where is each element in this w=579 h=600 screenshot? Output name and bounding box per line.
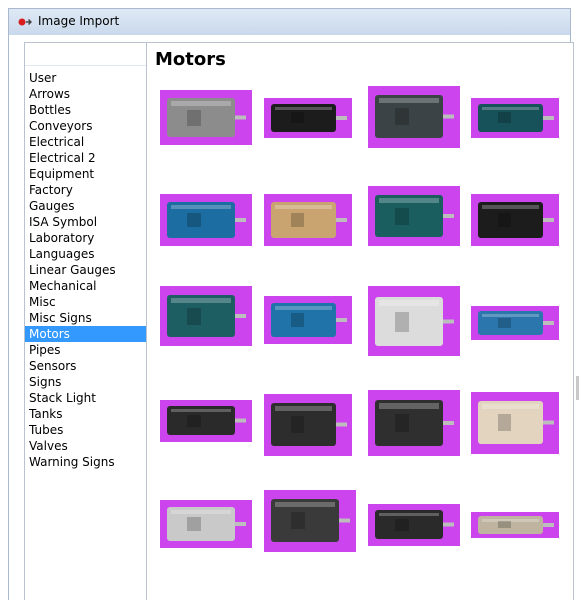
thumbnail-13[interactable]: [160, 400, 252, 442]
sidebar-item-arrows[interactable]: Arrows: [25, 86, 146, 102]
sidebar-item-stack-light[interactable]: Stack Light: [25, 390, 146, 406]
sidebar-item-electrical[interactable]: Electrical: [25, 134, 146, 150]
thumbnail-12[interactable]: [471, 306, 559, 340]
sidebar-item-pipes[interactable]: Pipes: [25, 342, 146, 358]
motor-black-small-icon: [271, 104, 347, 132]
window-title: Image Import: [38, 14, 120, 28]
sidebar-item-mechanical[interactable]: Mechanical: [25, 278, 146, 294]
servo-motor-black-3-icon: [375, 400, 454, 446]
category-list-header: [25, 43, 146, 66]
motor-blue-ribbed-icon: [271, 303, 347, 337]
motor-gray-large-icon: [167, 98, 246, 137]
sidebar-item-gauges[interactable]: Gauges: [25, 198, 146, 214]
sidebar-item-laboratory[interactable]: Laboratory: [25, 230, 146, 246]
sidebar-item-bottles[interactable]: Bottles: [25, 102, 146, 118]
motor-dark-teal-icon: [375, 195, 454, 237]
thumbnail-8[interactable]: [471, 194, 559, 246]
sidebar-item-equipment[interactable]: Equipment: [25, 166, 146, 182]
motor-teal-flat-icon: [478, 104, 554, 132]
sidebar-item-electrical-2[interactable]: Electrical 2: [25, 150, 146, 166]
thumbnail-10[interactable]: [264, 296, 352, 344]
thumbnail-6[interactable]: [264, 194, 352, 246]
thumbnail-4[interactable]: [471, 98, 559, 138]
motor-tan-icon: [271, 202, 347, 238]
sidebar-item-sensors[interactable]: Sensors: [25, 358, 146, 374]
sidebar-item-tubes[interactable]: Tubes: [25, 422, 146, 438]
thumbnail-9[interactable]: [160, 286, 252, 346]
sidebar-item-tanks[interactable]: Tanks: [25, 406, 146, 422]
motor-black-white-icon: [478, 202, 554, 238]
thumbnail-7[interactable]: [368, 186, 460, 246]
image-import-window: Image Import User Arrows Bottles Conveyors E…: [0, 0, 579, 600]
thumbnail-20[interactable]: [471, 512, 559, 538]
servo-motor-beige-icon: [478, 401, 554, 444]
servo-motor-black-icon: [167, 406, 246, 435]
category-list[interactable]: User Arrows Bottles Conveyors Electrical Elec…: [24, 42, 147, 600]
sidebar-item-misc-signs[interactable]: Misc Signs: [25, 310, 146, 326]
motor-blue-gear-icon: [478, 311, 554, 335]
thumbnail-3[interactable]: [368, 86, 460, 148]
sidebar-item-factory[interactable]: Factory: [25, 182, 146, 198]
category-title: Motors: [155, 49, 226, 70]
thumbnail-18[interactable]: [264, 490, 356, 552]
motor-silver-icon: [167, 507, 246, 541]
servo-motor-black-2-icon: [271, 403, 347, 446]
sidebar-item-valves[interactable]: Valves: [25, 438, 146, 454]
thumbnail-17[interactable]: [160, 500, 252, 548]
thumbnail-1[interactable]: [160, 90, 252, 145]
motor-blue-icon: [167, 202, 246, 238]
motor-dark-gray-icon: [375, 95, 454, 138]
sidebar-item-warning-signs[interactable]: Warning Signs: [25, 454, 146, 470]
gear-motor-black-icon: [375, 510, 454, 539]
thumbnail-11[interactable]: [368, 286, 460, 356]
sidebar-item-signs[interactable]: Signs: [25, 374, 146, 390]
thumbnail-16[interactable]: [471, 392, 559, 454]
title-bar[interactable]: Image Import: [8, 8, 571, 35]
app-logo-icon: [18, 18, 32, 26]
motor-white-icon: [375, 297, 454, 346]
thumbnail-14[interactable]: [264, 394, 352, 456]
thumbnail-2[interactable]: [264, 98, 352, 138]
sidebar-item-linear-gauges[interactable]: Linear Gauges: [25, 262, 146, 278]
sidebar-item-motors[interactable]: Motors: [25, 326, 146, 342]
thumbnail-15[interactable]: [368, 390, 460, 456]
sidebar-item-user[interactable]: User: [25, 70, 146, 86]
motor-teal-large-icon: [167, 295, 246, 337]
sidebar-item-isa-symbol[interactable]: ISA Symbol: [25, 214, 146, 230]
category-items: User Arrows Bottles Conveyors Electrical Elec…: [25, 70, 146, 470]
sidebar-item-conveyors[interactable]: Conveyors: [25, 118, 146, 134]
sidebar-item-misc[interactable]: Misc: [25, 294, 146, 310]
thumbnail-5[interactable]: [160, 194, 252, 246]
linear-actuator-icon: [478, 516, 554, 534]
stepper-motor-icon: [271, 499, 350, 542]
sidebar-item-languages[interactable]: Languages: [25, 246, 146, 262]
thumbnail-19[interactable]: [368, 504, 460, 546]
